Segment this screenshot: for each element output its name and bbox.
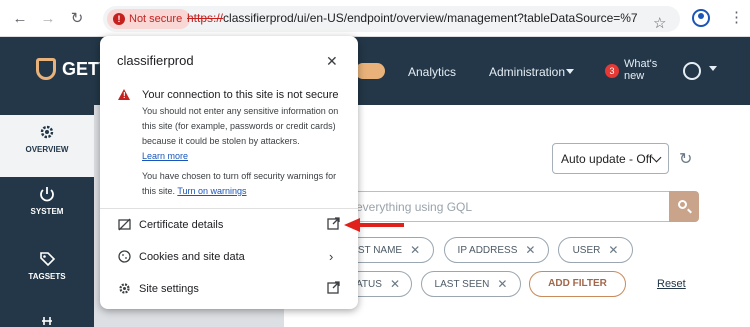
popup-heading: Your connection to this site is not secu…	[142, 89, 339, 101]
close-icon[interactable]: ✕	[410, 243, 420, 257]
row-label: Cookies and site data	[139, 251, 245, 263]
profile-icon[interactable]	[692, 9, 710, 27]
external-link-icon[interactable]	[327, 281, 340, 297]
url-text[interactable]: https://classifierprod/ui/en-US/endpoint…	[187, 11, 637, 25]
nav-administration[interactable]: Administration	[489, 65, 565, 79]
browser-toolbar: ← → ↻ ! Not secure https://classifierpro…	[0, 0, 750, 37]
power-icon	[38, 185, 56, 203]
filter-chip-last-seen[interactable]: LAST SEEN ✕	[421, 271, 521, 297]
screen: ← → ↻ ! Not secure https://classifierpro…	[0, 0, 750, 327]
chip-label: ST NAME	[357, 244, 403, 256]
refresh-icon[interactable]: ↻	[679, 149, 692, 169]
sidebar-item-tagsets[interactable]: TAGSETS	[0, 250, 94, 300]
administration-caret-icon[interactable]	[566, 69, 574, 74]
whats-new-link[interactable]: What's new	[624, 58, 664, 82]
certificate-icon	[118, 218, 131, 231]
turn-on-warnings-link[interactable]: Turn on warnings	[177, 186, 246, 196]
gear-icon	[38, 123, 56, 141]
chip-label: USER	[572, 244, 601, 256]
popup-body-text: You should not enter any sensitive infor…	[142, 106, 339, 146]
url-scheme: https://	[187, 11, 224, 25]
chip-label: IP ADDRESS	[457, 244, 518, 256]
popup-title: classifierprod	[117, 53, 194, 68]
sidebar-item-system[interactable]: SYSTEM	[0, 185, 94, 235]
popup-body-2: You have chosen to turn off security war…	[142, 169, 352, 199]
notification-badge[interactable]: 3	[605, 64, 619, 78]
search-icon	[678, 200, 687, 209]
popup-row-site-settings[interactable]: Site settings	[100, 273, 358, 305]
close-icon[interactable]: ✕	[326, 53, 338, 70]
close-icon[interactable]: ✕	[608, 243, 618, 257]
sidebar-label: SYSTEM	[30, 207, 64, 216]
sidebar: OVERVIEW SYSTEM TAGSETS	[0, 105, 94, 327]
network-icon	[38, 312, 56, 325]
cookie-icon	[118, 250, 131, 263]
auto-update-value: Auto update - Off	[561, 152, 653, 166]
learn-more-link[interactable]: Learn more	[142, 151, 188, 161]
more-menu-icon[interactable]: ⋮	[729, 8, 744, 26]
address-bar[interactable]: ! Not secure https://classifierprod/ui/e…	[103, 6, 680, 32]
add-filter-button[interactable]: ADD FILTER	[529, 271, 626, 297]
search-button[interactable]	[669, 191, 699, 222]
user-account-icon[interactable]	[683, 62, 701, 80]
reset-link[interactable]: Reset	[657, 278, 686, 290]
not-secure-chip[interactable]: ! Not secure	[107, 9, 191, 29]
row-label: Site settings	[139, 283, 199, 295]
url-path: classifierprod/ui/en-US/endpoint/overvie…	[223, 11, 637, 25]
annotation-arrow-icon	[344, 218, 404, 232]
chevron-right-icon[interactable]: ›	[329, 249, 333, 264]
close-icon[interactable]: ✕	[497, 277, 507, 291]
warning-triangle-icon	[118, 89, 130, 100]
sidebar-item-overview[interactable]: OVERVIEW	[0, 115, 94, 177]
sidebar-label: OVERVIEW	[25, 145, 69, 154]
filter-chip-user[interactable]: USER ✕	[558, 237, 633, 263]
close-icon[interactable]: ✕	[390, 277, 400, 291]
reload-icon[interactable]: ↻	[67, 9, 87, 29]
popup-row-certificate[interactable]: Certificate details	[100, 209, 358, 241]
back-arrow-icon[interactable]: ←	[10, 9, 30, 29]
nav-analytics[interactable]: Analytics	[408, 65, 456, 79]
sidebar-item-more[interactable]	[0, 312, 94, 327]
filter-chip-ip-address[interactable]: IP ADDRESS ✕	[444, 237, 549, 263]
site-info-popup: classifierprod ✕ Your connection to this…	[100, 36, 358, 309]
auto-update-select[interactable]: Auto update - Off	[552, 143, 669, 174]
settings-icon	[118, 282, 131, 295]
tag-icon	[38, 250, 56, 268]
nav-pill-button[interactable]	[355, 63, 385, 79]
sidebar-label: TAGSETS	[28, 272, 66, 281]
popup-body: You should not enter any sensitive infor…	[142, 104, 352, 164]
forward-arrow-icon[interactable]: →	[38, 9, 58, 29]
chevron-down-icon	[651, 152, 662, 163]
shield-logo-icon	[36, 58, 56, 80]
not-secure-label: Not secure	[129, 13, 183, 25]
search-placeholder: everything using GQL	[356, 200, 473, 214]
chip-label: LAST SEEN	[434, 278, 490, 290]
user-caret-icon[interactable]	[709, 66, 717, 71]
warning-circle-icon: !	[113, 13, 125, 25]
external-link-icon[interactable]	[327, 217, 340, 233]
chip-label: ATUS	[356, 278, 382, 290]
close-icon[interactable]: ✕	[525, 243, 535, 257]
bookmark-star-icon[interactable]: ☆	[653, 14, 666, 32]
row-label: Certificate details	[139, 219, 224, 231]
popup-row-cookies[interactable]: Cookies and site data ›	[100, 241, 358, 273]
